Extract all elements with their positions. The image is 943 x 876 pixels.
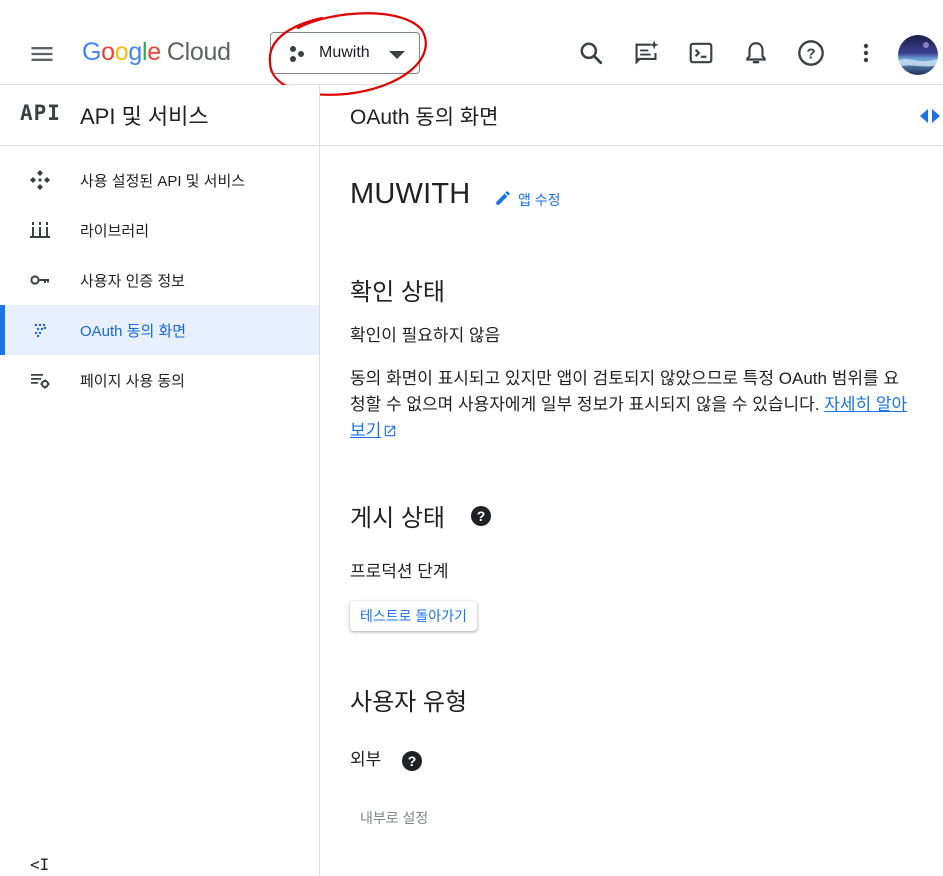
- sidebar-item-label: 라이브러리: [80, 223, 150, 240]
- left-nav-sidebar: API API 및 서비스 사용 설정된 API 및 서비스 라이브러리 사용자…: [0, 85, 320, 876]
- notifications-bell-icon[interactable]: [741, 38, 771, 68]
- more-vert-icon[interactable]: [851, 38, 881, 68]
- google-wordmark-letter: o: [114, 38, 129, 66]
- api-icon: API: [20, 101, 61, 125]
- search-icon[interactable]: [576, 38, 606, 68]
- edit-app-button[interactable]: 앱 수정: [494, 189, 561, 211]
- hamburger-menu-icon[interactable]: [28, 40, 56, 68]
- sidebar-item-oauth-consent[interactable]: OAuth 동의 화면: [0, 305, 319, 355]
- panel-toggle-icon[interactable]: [918, 107, 942, 129]
- google-wordmark-letter: g: [128, 38, 142, 66]
- sidebar-nav: 사용 설정된 API 및 서비스 라이브러리 사용자 인증 정보 OAuth 동…: [0, 155, 319, 405]
- enabled-apis-icon: [28, 168, 52, 192]
- collapse-sidebar-button[interactable]: <I: [30, 855, 49, 874]
- app-name-heading: MUWITH: [350, 178, 471, 210]
- page-title: OAuth 동의 화면: [350, 106, 499, 129]
- user-type-title: 사용자 유형: [350, 689, 468, 716]
- gemini-chat-icon[interactable]: [631, 38, 661, 68]
- sidebar-item-credentials[interactable]: 사용자 인증 정보: [0, 255, 319, 305]
- oauth-dots-icon: [28, 318, 52, 342]
- publishing-status-title: 게시 상태: [350, 505, 445, 532]
- sidebar-item-label: 사용 설정된 API 및 서비스: [80, 173, 246, 190]
- sidebar-item-label: 페이지 사용 동의: [80, 373, 185, 390]
- user-type-value: 외부: [350, 750, 382, 769]
- verification-status-title: 확인 상태: [350, 279, 445, 306]
- sidebar-item-page-usage[interactable]: 페이지 사용 동의: [0, 355, 319, 405]
- caret-down-icon: [387, 47, 407, 66]
- sidebar-item-enabled-apis[interactable]: 사용 설정된 API 및 서비스: [0, 155, 319, 205]
- publishing-status-value: 프로덕션 단계: [350, 562, 449, 581]
- sidebar-header: API API 및 서비스: [0, 85, 319, 146]
- pencil-icon: [494, 189, 512, 211]
- key-icon: [28, 268, 52, 292]
- make-internal-button[interactable]: 내부로 설정: [350, 803, 438, 833]
- publishing-help-icon[interactable]: ?: [471, 506, 491, 526]
- verification-description-text: 동의 화면이 표시되고 있지만 앱이 검토되지 않았으므로 특정 OAuth 범…: [350, 369, 899, 414]
- account-avatar[interactable]: [898, 35, 938, 75]
- verification-status-value: 확인이 필요하지 않음: [350, 326, 501, 345]
- sidebar-title: API 및 서비스: [80, 104, 209, 129]
- cloud-wordmark: Cloud: [166, 38, 231, 66]
- main-content: OAuth 동의 화면 MUWITH 앱 수정 확인 상태 확인이 필요하지 않…: [320, 85, 943, 876]
- google-wordmark: Google: [82, 38, 161, 66]
- google-wordmark-letter: o: [101, 38, 115, 66]
- page-usage-settings-icon: [28, 368, 52, 392]
- library-icon: [28, 218, 52, 242]
- sidebar-item-library[interactable]: 라이브러리: [0, 205, 319, 255]
- page-header: OAuth 동의 화면: [320, 85, 943, 146]
- google-wordmark-letter: e: [147, 38, 161, 66]
- sidebar-item-label: OAuth 동의 화면: [80, 323, 187, 340]
- verification-description: 동의 화면이 표시되고 있지만 앱이 검토되지 않았으므로 특정 OAuth 범…: [350, 366, 910, 446]
- project-dots-icon: [287, 44, 307, 68]
- back-to-testing-button[interactable]: 테스트로 돌아가기: [350, 601, 477, 631]
- project-picker[interactable]: Muwith: [270, 32, 420, 74]
- svg-text:?: ?: [806, 45, 815, 62]
- top-app-bar: Google Cloud Muwith ?: [0, 0, 943, 96]
- sidebar-item-label: 사용자 인증 정보: [80, 273, 185, 290]
- user-type-help-icon[interactable]: ?: [402, 751, 422, 771]
- edit-app-label: 앱 수정: [518, 192, 561, 208]
- project-name: Muwith: [319, 44, 370, 61]
- help-icon[interactable]: ?: [796, 38, 826, 68]
- google-wordmark-letter: G: [82, 38, 102, 66]
- google-cloud-logo[interactable]: Google Cloud: [82, 38, 231, 67]
- cloud-shell-icon[interactable]: [686, 38, 716, 68]
- open-in-new-icon[interactable]: [383, 420, 397, 446]
